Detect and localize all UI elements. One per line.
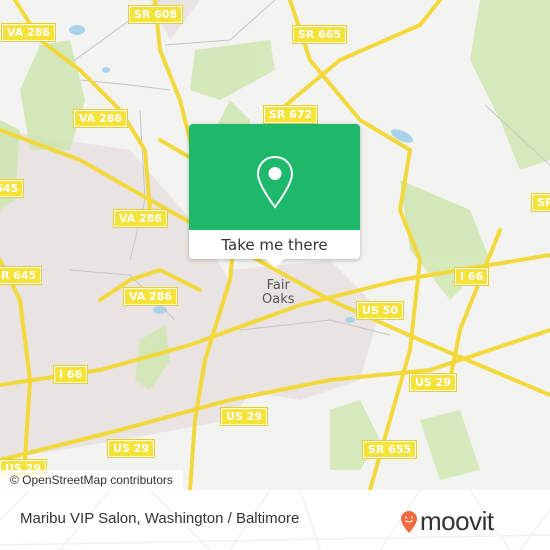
road-shield: SR [530,193,550,212]
road-shield: US 29 [107,439,155,458]
moovit-logo[interactable]: moovit [400,506,494,537]
road-shield: VA 286 [72,109,129,128]
road-shield: VA 286 [122,287,179,306]
location-title: Maribu VIP Salon, Washington / Baltimore [20,510,300,527]
map-pin-icon [256,155,294,209]
road-shield: SR 645 [0,179,25,198]
map-attribution[interactable]: © OpenStreetMap contributors [0,470,183,490]
brand-name: moovit [420,506,494,536]
moovit-pin-icon [401,510,417,533]
place-label-line: Fair [266,278,290,293]
road-shield: I 66 [52,365,89,384]
road-shield: I 66 [453,267,490,286]
road-shield: SR 608 [127,5,184,24]
location-popup: Take me there [189,124,360,268]
road-shield: VA 286 [112,209,169,228]
road-shield: R 645 [0,266,43,285]
map[interactable]: Fair Oaks SR 608 VA 286 SR 665 VA 286 SR… [0,0,550,490]
road-shield: US 29 [220,407,268,426]
road-shield: SR 672 [262,105,319,124]
road-shield: VA 286 [0,23,57,42]
place-label-fair-oaks: Fair Oaks [262,279,295,307]
road-shield: US 29 [409,373,457,392]
popup-header [189,124,360,230]
road-shield: US 50 [356,301,404,320]
road-shield: SR 665 [291,25,348,44]
footer: Maribu VIP Salon, Washington / Baltimore… [0,490,550,550]
take-me-there-button[interactable]: Take me there [189,230,360,259]
road-shield: SR 655 [361,440,418,459]
place-label-line: Oaks [262,292,295,307]
popup-tail [266,259,284,268]
